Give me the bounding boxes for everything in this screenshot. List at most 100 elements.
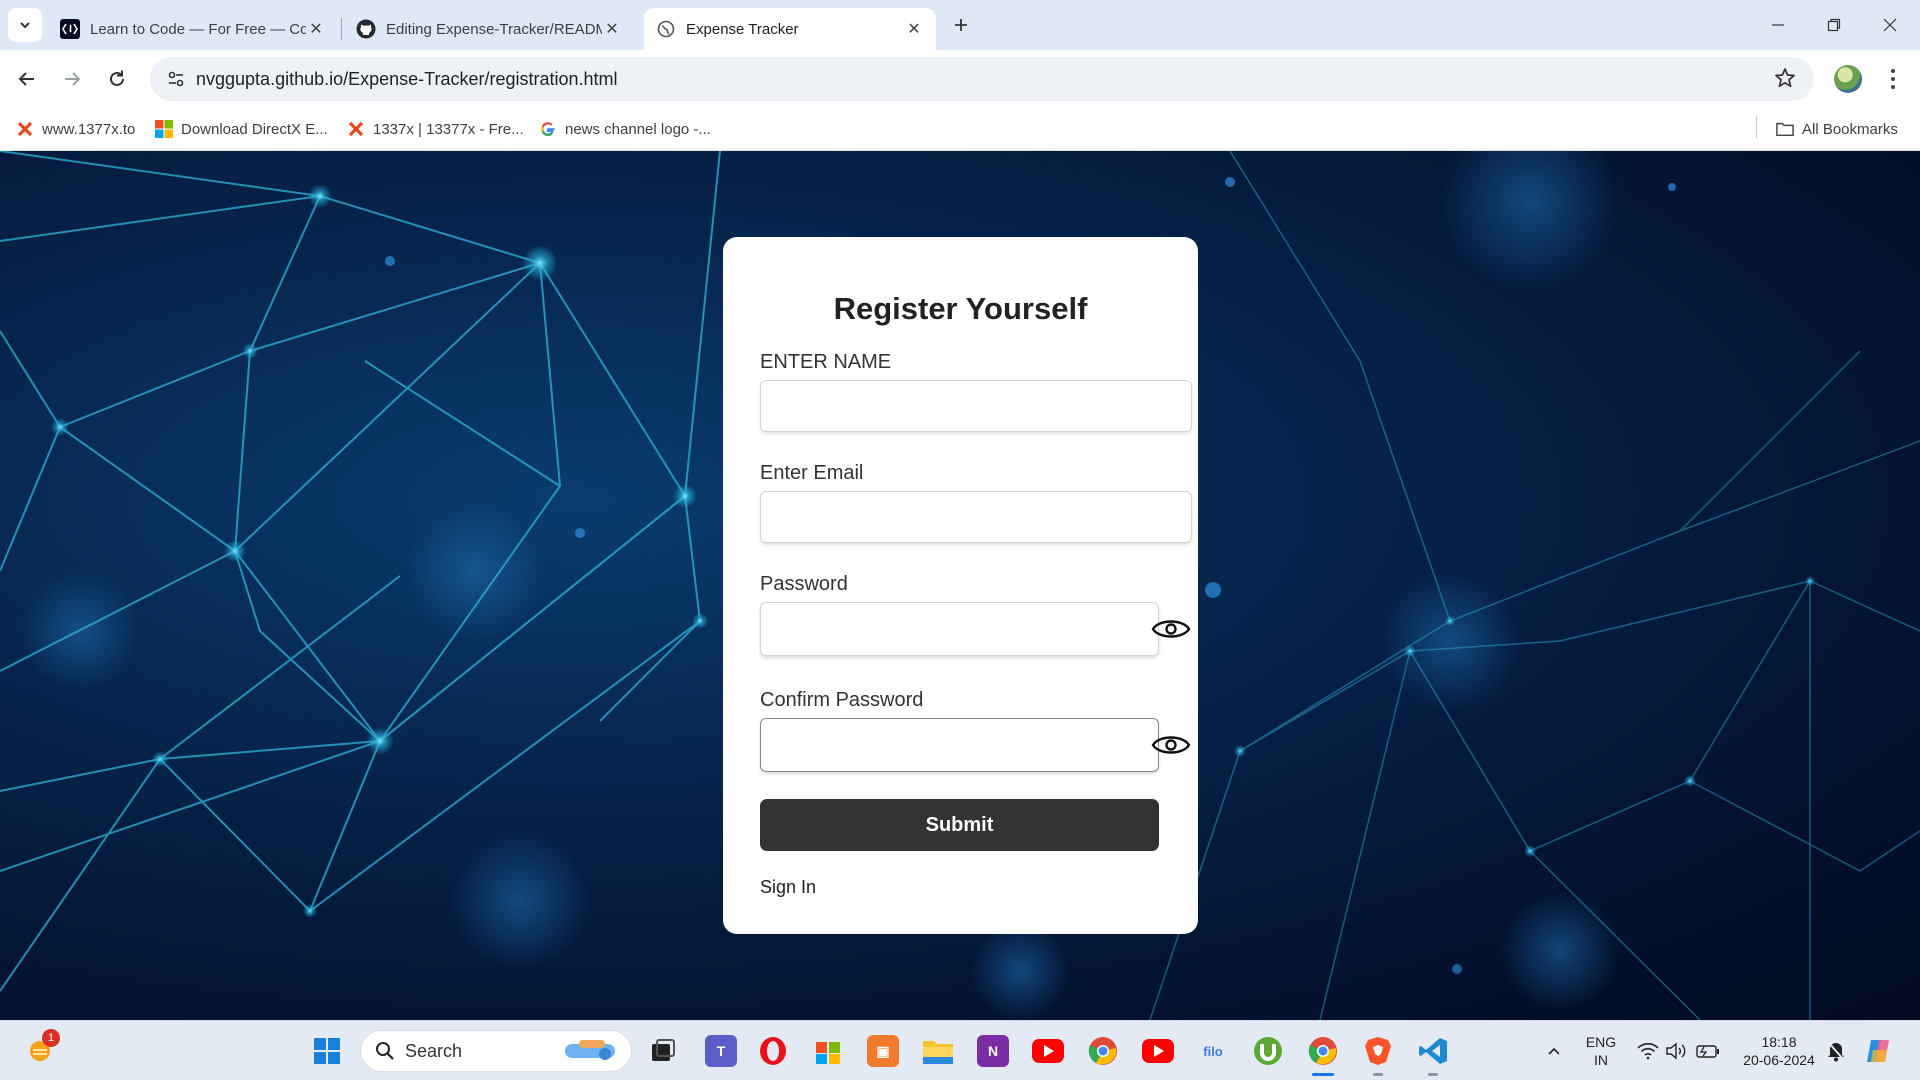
- url-host: nvggupta.github.io: [196, 68, 344, 89]
- windows-start-icon[interactable]: [311, 1035, 343, 1067]
- restore-button[interactable]: [1806, 0, 1862, 50]
- sign-in-link[interactable]: Sign In: [760, 877, 816, 898]
- teams-icon[interactable]: T: [705, 1035, 737, 1067]
- onenote-icon[interactable]: N: [977, 1035, 1009, 1067]
- taskbar-search[interactable]: Search: [360, 1030, 632, 1072]
- paint-app-icon[interactable]: ▣: [867, 1035, 899, 1067]
- chrome-active-indicator: [1312, 1073, 1334, 1076]
- registration-card: Register Yourself ENTER NAME Enter Email…: [723, 237, 1198, 934]
- freecodecamp-icon: [60, 19, 80, 39]
- clock-time: 18:18: [1761, 1034, 1797, 1050]
- weather-badge: 1: [42, 1029, 60, 1047]
- bookmark-directx[interactable]: Download DirectX E...: [155, 116, 328, 142]
- back-button[interactable]: [10, 62, 44, 96]
- site-settings-icon[interactable]: [156, 70, 196, 88]
- bookmark-1337x[interactable]: 1337x | 13377x - Fre...: [347, 116, 524, 142]
- google-icon: [539, 120, 557, 138]
- tab-title: Editing Expense-Tracker/READM: [386, 20, 602, 38]
- confirm-password-input[interactable]: [760, 718, 1191, 772]
- volume-icon[interactable]: [1660, 1035, 1692, 1067]
- bookmark-label: news channel logo -...: [565, 120, 711, 138]
- new-tab-button[interactable]: [948, 12, 974, 38]
- search-highlight-icon: [565, 1040, 615, 1060]
- tab-separator: [341, 18, 342, 40]
- file-explorer-icon[interactable]: [922, 1035, 954, 1067]
- vscode-running-indicator: [1428, 1073, 1438, 1076]
- chevron-up-icon[interactable]: [1538, 1035, 1570, 1067]
- task-view-icon[interactable]: [647, 1035, 679, 1067]
- close-icon[interactable]: ✕: [904, 19, 924, 39]
- brave-icon[interactable]: [1362, 1035, 1394, 1067]
- confirm-password-label: Confirm Password: [760, 689, 924, 711]
- email-input[interactable]: [760, 491, 1192, 543]
- password-input[interactable]: [760, 602, 1191, 656]
- language-code: ENG: [1585, 1034, 1617, 1050]
- folder-icon: [1776, 120, 1794, 138]
- tab-freecodecamp[interactable]: Learn to Code — For Free — Co ✕: [48, 8, 338, 50]
- page-title: Register Yourself: [833, 291, 1088, 326]
- minimize-icon: [1772, 24, 1784, 26]
- battery-icon[interactable]: [1692, 1035, 1724, 1067]
- tab-title: Expense Tracker: [686, 20, 799, 38]
- all-bookmarks-button[interactable]: All Bookmarks: [1776, 116, 1898, 142]
- reload-button[interactable]: [100, 62, 134, 96]
- chrome-icon[interactable]: [1307, 1035, 1339, 1067]
- address-bar[interactable]: nvggupta.github.io/Expense-Tracker/regis…: [150, 57, 1814, 101]
- search-placeholder: Search: [405, 1040, 463, 1061]
- reload-icon: [110, 70, 124, 86]
- chrome-app-icon[interactable]: [1087, 1035, 1119, 1067]
- copilot-icon[interactable]: [1862, 1035, 1894, 1067]
- filo-icon[interactable]: filo: [1197, 1035, 1229, 1067]
- minimize-button[interactable]: [1750, 0, 1806, 50]
- eye-icon[interactable]: [1151, 732, 1191, 758]
- bookmark-news-logo[interactable]: news channel logo -...: [539, 116, 711, 142]
- bookmarks-bar: www.1377x.to Download DirectX E... 1337x…: [0, 108, 1920, 151]
- submit-button[interactable]: Submit: [760, 799, 1159, 851]
- language-indicator[interactable]: ENG IN: [1583, 1033, 1619, 1069]
- youtube-icon[interactable]: [1032, 1035, 1064, 1067]
- close-icon[interactable]: ✕: [306, 19, 326, 39]
- region-code: IN: [1594, 1052, 1608, 1068]
- name-label: ENTER NAME: [760, 351, 892, 373]
- microsoft-icon: [155, 120, 173, 138]
- url-path: /Expense-Tracker/registration.html: [343, 68, 618, 89]
- tab-search-button[interactable]: [8, 8, 42, 42]
- windows-taskbar: 1 Search T ▣ N filo ENG IN 18:18 20-06-2…: [0, 1020, 1920, 1080]
- arrow-left-icon: [18, 72, 34, 86]
- close-icon: [1883, 18, 1897, 32]
- password-label: Password: [760, 573, 848, 595]
- opera-icon[interactable]: [757, 1035, 789, 1067]
- bookmark-1377x[interactable]: www.1377x.to: [16, 116, 135, 142]
- restore-icon: [1827, 18, 1841, 32]
- bookmark-label: 1337x | 13377x - Fre...: [373, 120, 524, 138]
- browser-menu-icon[interactable]: [1880, 64, 1906, 94]
- vscode-icon[interactable]: [1417, 1035, 1449, 1067]
- filo-label: filo: [1203, 1043, 1223, 1059]
- name-input[interactable]: [760, 380, 1192, 432]
- youtube-music-icon[interactable]: [1142, 1035, 1174, 1067]
- utorrent-icon[interactable]: [1252, 1035, 1284, 1067]
- notification-bell-icon[interactable]: [1820, 1035, 1852, 1067]
- bookmark-label: Download DirectX E...: [181, 120, 328, 138]
- bookmark-label: www.1377x.to: [42, 120, 136, 138]
- tab-expense-tracker[interactable]: Expense Tracker ✕: [644, 8, 936, 50]
- bookmark-divider: [1756, 116, 1757, 138]
- url-text: nvggupta.github.io/Expense-Tracker/regis…: [196, 69, 618, 90]
- chevron-down-icon: [20, 22, 30, 29]
- bookmark-star-icon[interactable]: [1774, 67, 1796, 94]
- email-label: Enter Email: [760, 462, 864, 484]
- store-icon[interactable]: [812, 1035, 844, 1067]
- brave-running-indicator: [1373, 1073, 1383, 1076]
- arrow-right-icon: [65, 72, 81, 86]
- profile-avatar[interactable]: [1834, 65, 1862, 93]
- close-window-button[interactable]: [1862, 0, 1918, 50]
- tab-github-editing[interactable]: Editing Expense-Tracker/READM ✕: [344, 8, 634, 50]
- globe-icon: [656, 19, 676, 39]
- clock[interactable]: 18:18 20-06-2024: [1734, 1033, 1824, 1069]
- eye-icon[interactable]: [1151, 616, 1191, 642]
- page-content: Register Yourself ENTER NAME Enter Email…: [0, 151, 1920, 1020]
- forward-button[interactable]: [55, 62, 89, 96]
- all-bookmarks-label: All Bookmarks: [1802, 120, 1898, 138]
- close-icon[interactable]: ✕: [602, 19, 622, 39]
- clock-date: 20-06-2024: [1743, 1052, 1815, 1068]
